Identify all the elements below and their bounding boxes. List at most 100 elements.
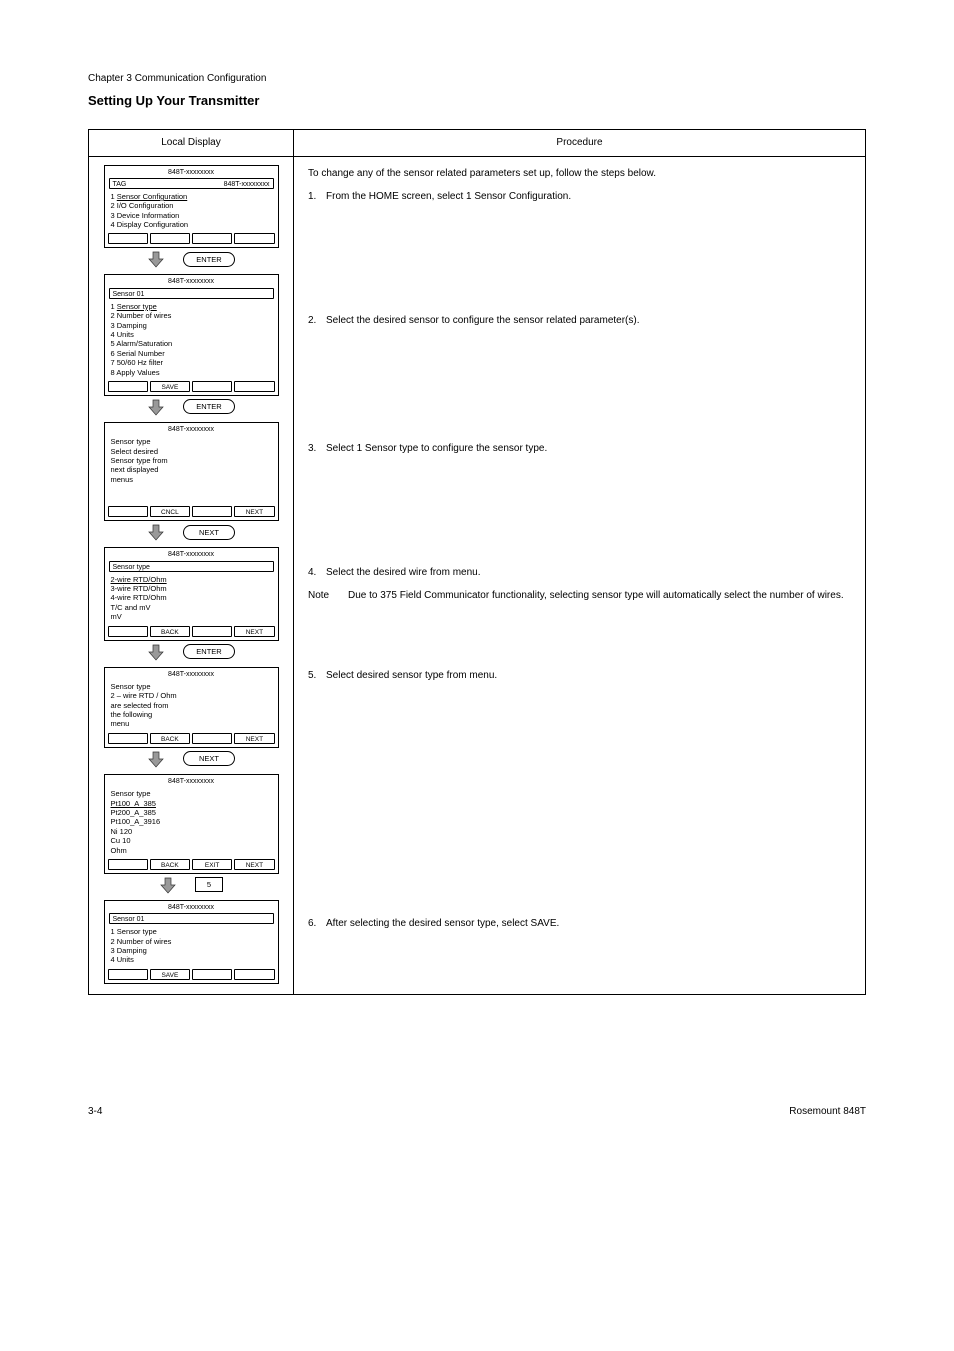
- step-3: 3. Select 1 Sensor type to configure the…: [308, 442, 851, 456]
- left-column: 848T-xxxxxxxx TAG 848T-xxxxxxxx 1 Sensor…: [89, 157, 294, 994]
- col-header-right: Procedure: [294, 130, 865, 157]
- menu-item[interactable]: Pt200_A_385: [111, 808, 272, 817]
- menu-item[interactable]: I/O Configuration: [117, 201, 174, 210]
- softkey-next[interactable]: NEXT: [234, 626, 274, 637]
- footer-brand: Rosemount 848T: [789, 1105, 866, 1119]
- softkey[interactable]: [150, 233, 190, 244]
- menu-item[interactable]: Ni 120: [111, 827, 272, 836]
- softkey-row: BACK NEXT: [105, 733, 278, 747]
- arrow-row: NEXT: [104, 523, 279, 541]
- screen-body: Sensor type Select desired Sensor type f…: [105, 434, 278, 488]
- line: Sensor type: [111, 437, 272, 446]
- softkey[interactable]: [108, 733, 148, 744]
- line: Select desired: [111, 447, 272, 456]
- softkey-save[interactable]: SAVE: [150, 969, 190, 980]
- line: are selected from: [111, 701, 272, 710]
- main-table: Local Display Procedure 848T-xxxxxxxx TA…: [88, 129, 866, 995]
- top-bar-left: Sensor type: [113, 562, 150, 571]
- softkey-exit[interactable]: EXIT: [192, 859, 232, 870]
- page-number: 3-4: [88, 1105, 102, 1119]
- menu-item[interactable]: 4-wire RTD/Ohm: [111, 593, 272, 602]
- menu-item[interactable]: Sensor type: [117, 927, 157, 936]
- softkey-back[interactable]: BACK: [150, 626, 190, 637]
- menu-item[interactable]: Pt100_A_385: [111, 799, 272, 808]
- screen-top-bar: Sensor 01: [109, 913, 274, 924]
- screen-body: Sensor type Pt100_A_385 Pt200_A_385 Pt10…: [105, 786, 278, 859]
- softkey[interactable]: [192, 969, 232, 980]
- screen-title: 848T-xxxxxxxx: [105, 423, 278, 434]
- menu-item[interactable]: Pt100_A_3916: [111, 817, 272, 826]
- menu-item[interactable]: Display Configuration: [117, 220, 188, 229]
- softkey[interactable]: [108, 233, 148, 244]
- softkey-cncl[interactable]: CNCL: [150, 506, 190, 517]
- step-6: 6. After selecting the desired sensor ty…: [308, 917, 851, 931]
- screen-1: 848T-xxxxxxxx TAG 848T-xxxxxxxx 1 Sensor…: [104, 165, 279, 249]
- softkey-back[interactable]: BACK: [150, 859, 190, 870]
- screen-title: 848T-xxxxxxxx: [105, 166, 278, 177]
- softkey[interactable]: [108, 969, 148, 980]
- softkey[interactable]: [192, 381, 232, 392]
- softkey-row: CNCL NEXT: [105, 488, 278, 520]
- next-key[interactable]: NEXT: [183, 525, 235, 540]
- step-4: 4. Select the desired wire from menu.: [308, 566, 851, 580]
- line: next displayed: [111, 465, 272, 474]
- enter-key[interactable]: ENTER: [183, 399, 235, 414]
- arrow-down-icon: [159, 876, 177, 894]
- menu-item[interactable]: Units: [117, 330, 134, 339]
- softkey-save[interactable]: SAVE: [150, 381, 190, 392]
- menu-item[interactable]: Device Information: [117, 211, 180, 220]
- softkey-next[interactable]: NEXT: [234, 506, 274, 517]
- softkey[interactable]: [192, 506, 232, 517]
- menu-item[interactable]: Number of wires: [117, 937, 172, 946]
- menu-item[interactable]: Sensor type: [117, 302, 157, 311]
- screen-6: 848T-xxxxxxxx Sensor type Pt100_A_385 Pt…: [104, 774, 279, 874]
- line: the following: [111, 710, 272, 719]
- softkey[interactable]: [108, 859, 148, 870]
- softkey[interactable]: [108, 381, 148, 392]
- softkey[interactable]: [192, 733, 232, 744]
- menu-item[interactable]: Cu 10: [111, 836, 272, 845]
- arrow-row: 5: [104, 876, 279, 894]
- screen-5: 848T-xxxxxxxx Sensor type 2 – wire RTD /…: [104, 667, 279, 748]
- softkey[interactable]: [234, 969, 274, 980]
- softkey-back[interactable]: BACK: [150, 733, 190, 744]
- softkey[interactable]: [234, 381, 274, 392]
- menu-item[interactable]: Damping: [117, 946, 147, 955]
- menu-item[interactable]: Ohm: [111, 846, 272, 855]
- softkey[interactable]: [192, 233, 232, 244]
- softkey-row: BACK EXIT NEXT: [105, 859, 278, 873]
- menu-item[interactable]: Apply Values: [116, 368, 159, 377]
- menu-item[interactable]: Units: [117, 955, 134, 964]
- screen-top-bar: TAG 848T-xxxxxxxx: [109, 178, 274, 189]
- softkey[interactable]: [192, 626, 232, 637]
- enter-key[interactable]: ENTER: [183, 644, 235, 659]
- softkey[interactable]: [234, 233, 274, 244]
- menu-item[interactable]: T/C and mV: [111, 603, 272, 612]
- menu-item[interactable]: 50/60 Hz filter: [117, 358, 163, 367]
- number-key-5[interactable]: 5: [195, 877, 223, 892]
- menu-item[interactable]: Serial Number: [117, 349, 165, 358]
- enter-key[interactable]: ENTER: [183, 252, 235, 267]
- next-key[interactable]: NEXT: [183, 751, 235, 766]
- line: Sensor type: [111, 789, 272, 798]
- softkey[interactable]: [108, 626, 148, 637]
- menu-item[interactable]: Sensor Configuration: [117, 192, 187, 201]
- menu-item[interactable]: Alarm/Saturation: [116, 339, 172, 348]
- menu-item[interactable]: 3-wire RTD/Ohm: [111, 584, 272, 593]
- softkey-next[interactable]: NEXT: [234, 733, 274, 744]
- arrow-row: ENTER: [104, 643, 279, 661]
- menu-item[interactable]: mV: [111, 612, 272, 621]
- screen-title: 848T-xxxxxxxx: [105, 275, 278, 286]
- softkey-row: [105, 233, 278, 247]
- softkey-next[interactable]: NEXT: [234, 859, 274, 870]
- softkey[interactable]: [108, 506, 148, 517]
- screen-title: 848T-xxxxxxxx: [105, 548, 278, 559]
- table-header-row: Local Display Procedure: [89, 130, 865, 157]
- menu-item[interactable]: 2-wire RTD/Ohm: [111, 575, 272, 584]
- softkey-row: SAVE: [105, 381, 278, 395]
- menu-item[interactable]: Number of wires: [117, 311, 172, 320]
- arrow-down-icon: [147, 643, 165, 661]
- top-bar-left: Sensor 01: [113, 914, 145, 923]
- menu-item[interactable]: Damping: [117, 321, 147, 330]
- line: 2 – wire RTD / Ohm: [111, 691, 272, 700]
